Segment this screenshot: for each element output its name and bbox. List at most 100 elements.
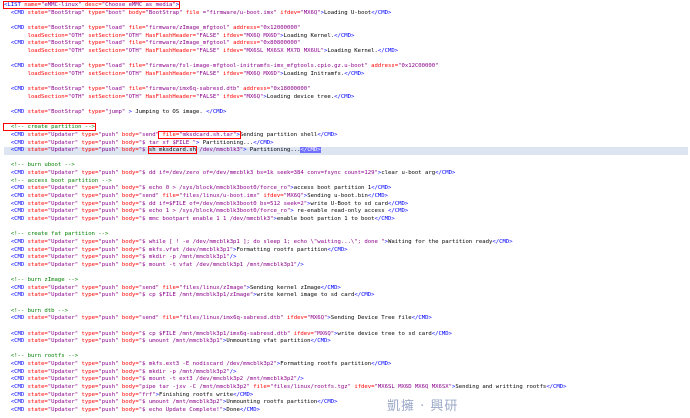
code-token: state= xyxy=(27,200,48,207)
code-token: <LIST xyxy=(4,2,25,8)
code-token: type= xyxy=(78,238,99,245)
code-token: type= xyxy=(84,86,106,93)
code-token: state= xyxy=(27,193,48,200)
code-token: </CMD> xyxy=(233,391,254,398)
code-token: HasFlashHeader= xyxy=(142,47,196,54)
code-token: "pipe tar -jxv -C /mnt/mmcblk3p2" xyxy=(138,384,250,391)
code-token: Partitioning... xyxy=(246,147,301,154)
code-token: <CMD xyxy=(4,200,28,207)
code-line: <CMD state="Updater" type="push" body="s… xyxy=(4,193,688,201)
code-token: </CMD> xyxy=(344,70,365,77)
code-line: loadSection="OTH" setSection="OTH" HasFl… xyxy=(4,94,688,102)
code-token: state= xyxy=(27,284,48,291)
code-token: "push" xyxy=(98,384,119,391)
code-token: </CMD> xyxy=(388,208,409,215)
code-line: <CMD state="BootStrap" type="load" file=… xyxy=(4,40,688,48)
code-token: "push" xyxy=(98,338,119,345)
code-line: <CMD state="Updater" type="push" body="$… xyxy=(4,262,688,270)
code-token: "Updater" xyxy=(47,170,79,177)
code-token: re-enable read-only access xyxy=(293,208,388,215)
code-token: body= xyxy=(118,368,139,375)
code-token: enable boot partion 1 to boot xyxy=(276,215,375,222)
code-line: loadSection="OTH" setSection="OTH" HasFl… xyxy=(4,33,688,41)
code-line: <CMD state="Updater" type="push" body="$… xyxy=(4,239,688,247)
code-token: <CMD xyxy=(4,376,28,383)
code-token: body= xyxy=(125,9,146,16)
code-token: state= xyxy=(27,215,48,222)
annotation-box: <!-- create partition --> xyxy=(3,123,96,132)
code-token: <CMD xyxy=(4,238,28,245)
code-line: <CMD state="Updater" type="push" body="$… xyxy=(4,376,688,384)
code-token: </CMD> xyxy=(334,32,355,39)
code-token: "Updater" xyxy=(47,208,79,215)
code-line: <!-- burn rootfs --> xyxy=(4,353,688,361)
code-token: /> xyxy=(297,261,304,268)
code-token: "FALSE" xyxy=(196,70,220,77)
code-token: ifdev= xyxy=(219,47,244,54)
code-token: "$ echo 0 > /sys/block/mmcblk3boot0/forc… xyxy=(138,185,291,192)
code-token: "MX6Q" xyxy=(300,9,321,16)
code-token: "push" xyxy=(98,391,119,398)
code-token: <!-- create partition --> xyxy=(4,124,95,131)
code-token: file= xyxy=(125,86,146,93)
code-token: "push" xyxy=(98,246,119,253)
code-token: type= xyxy=(78,330,99,337)
code-token: body= xyxy=(118,376,139,383)
code-token: ifdev= xyxy=(219,32,244,39)
code-token: type= xyxy=(78,315,99,322)
code-token: "0x18000000" xyxy=(270,86,311,93)
code-token: file= xyxy=(125,63,146,70)
code-token: file xyxy=(182,9,203,16)
code-token: "$ xyxy=(138,147,149,154)
code-token: "$ mount -t vfat /dev/mmcblk3p1 /mnt/mmc… xyxy=(138,261,298,268)
code-line: <CMD state="Updater" type="push" body="s… xyxy=(4,130,688,140)
code-line: <CMD state="Updater" type="push" body="$… xyxy=(4,369,688,377)
code-token: "$ mkdir -p /mnt/mmcblk3p2" xyxy=(138,368,230,375)
code-editor[interactable]: <LIST name="eMMC-linux" desc="Choose eMM… xyxy=(2,1,688,415)
code-token: "push" xyxy=(98,185,119,192)
code-token: Unmounting vfat partition xyxy=(226,338,311,345)
code-token: <!-- burn uboot --> xyxy=(4,162,75,169)
code-token: "BootStrap" xyxy=(47,9,85,16)
code-token: "load" xyxy=(105,24,126,31)
code-token: "push" xyxy=(98,200,119,207)
code-token: type= xyxy=(78,254,99,261)
code-token: "Updater" xyxy=(47,139,79,146)
code-token: state= xyxy=(27,391,48,398)
code-token: <CMD xyxy=(4,215,28,222)
code-token: > xyxy=(125,108,136,115)
code-token: </CMD> xyxy=(317,399,338,406)
code-token: "Updater" xyxy=(47,384,79,391)
code-token: "MX6Q" xyxy=(307,315,328,322)
code-token: </CMD> xyxy=(411,315,432,322)
code-token: Formatting rootfs partition xyxy=(236,246,328,253)
code-line: <CMD state="Updater" type="push" body="$… xyxy=(4,254,688,262)
code-token: body= xyxy=(118,361,139,368)
code-token: type= xyxy=(78,208,99,215)
code-token: Loading Kernel. xyxy=(327,47,378,54)
code-token: <CMD xyxy=(4,399,28,406)
code-token: </CMD> xyxy=(334,93,355,100)
code-token: "push" xyxy=(98,208,119,215)
code-token: "push" xyxy=(98,193,119,200)
code-token: <!-- create fat partition --> xyxy=(4,231,109,238)
code-token: state= xyxy=(27,254,48,261)
code-token: body= xyxy=(118,246,139,253)
code-token: "0x12C00000" xyxy=(398,63,439,70)
code-token: "0x12000000" xyxy=(260,24,301,31)
code-token: ifdev= xyxy=(350,384,375,391)
code-token: body= xyxy=(118,208,139,215)
code-token: "push" xyxy=(98,147,119,154)
code-token: ifdev= xyxy=(290,330,314,337)
code-line: <!-- create partition --> xyxy=(3,123,688,132)
code-token: type= xyxy=(78,292,99,299)
code-token: Loading Initramfs. xyxy=(283,70,345,77)
code-token: </CMD> xyxy=(371,361,392,368)
code-line: <!-- burn zImage --> xyxy=(4,277,688,285)
code-token: Partitioning... xyxy=(199,139,254,146)
code-token: Sending kernel zImage xyxy=(249,284,321,291)
code-token: type= xyxy=(78,139,99,146)
